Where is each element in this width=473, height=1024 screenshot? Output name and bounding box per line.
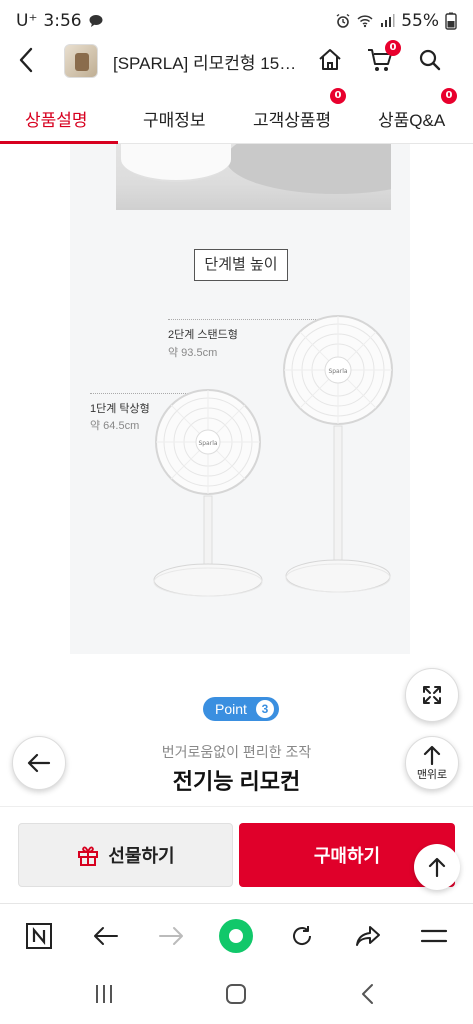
product-thumbnail[interactable] <box>64 44 98 78</box>
rug-image <box>226 144 391 194</box>
status-right: 55% <box>335 11 457 31</box>
signal-icon <box>381 14 395 27</box>
share-icon <box>356 926 380 946</box>
scroll-top-float-button[interactable]: 맨위로 <box>405 736 459 790</box>
menu-button[interactable] <box>416 918 452 954</box>
tab-bar: 상품설명 구매정보 고객상품평 상품Q&A 0 0 <box>0 88 473 144</box>
browser-toolbar <box>0 903 473 967</box>
tab-reviews[interactable]: 고객상품평 <box>253 106 331 131</box>
fan-brand-text: Sparla <box>198 440 217 447</box>
refresh-icon <box>293 926 312 945</box>
green-dot-button[interactable] <box>218 918 254 954</box>
status-left: U⁺ 3:56 <box>16 11 104 31</box>
feature-subtitle: 번거로움없이 편리한 조작 <box>161 744 312 760</box>
page-title: [SPARLA] 리모컨형 15엽... <box>113 54 308 73</box>
chevron-left-icon <box>362 984 373 1004</box>
feature-section: Point 3 번거로움없이 편리한 조작 전기능 리모컨 <box>0 654 473 804</box>
expand-icon <box>423 686 441 704</box>
gift-icon <box>78 846 99 866</box>
room-photo <box>116 144 391 210</box>
point-number: 3 <box>256 700 274 718</box>
wifi-icon <box>357 15 373 28</box>
purchase-bar: 선물하기 구매하기 <box>0 806 473 902</box>
browser-forward-button[interactable] <box>153 918 189 954</box>
arrow-up-icon <box>423 745 441 765</box>
alarm-icon <box>336 13 350 28</box>
fan-brand-text: Sparla <box>328 368 347 375</box>
home-icon <box>319 49 341 70</box>
arrow-up-icon <box>428 857 446 877</box>
fan-desk-label: 1단계 탁상형 <box>90 403 150 415</box>
share-button[interactable] <box>350 918 386 954</box>
fan-stand-height: 약 93.5cm <box>168 347 218 359</box>
home-system-button[interactable] <box>218 979 254 1009</box>
status-time: 3:56 <box>43 11 82 31</box>
stand-fan-image: Sparla <box>283 315 393 593</box>
fan-desk-height: 약 64.5cm <box>90 420 140 432</box>
carrier-label: U⁺ <box>16 11 38 31</box>
app-header: [SPARLA] 리모컨형 15엽... <box>0 38 473 82</box>
search-icon <box>419 49 441 71</box>
section-label: 단계별 높이 <box>194 249 288 281</box>
reviews-count-badge: 0 <box>330 88 346 104</box>
gift-label: 선물하기 <box>108 846 175 866</box>
fan-stand-label: 2단계 스탠드형 <box>168 329 238 341</box>
gift-button[interactable]: 선물하기 <box>18 823 233 887</box>
system-navigation-bar <box>0 967 473 1024</box>
desk-fan-image: Sparla <box>153 389 263 597</box>
fan-base-image <box>121 144 231 182</box>
tab-description[interactable]: 상품설명 <box>25 106 88 131</box>
home-square-icon <box>226 984 246 1004</box>
system-back-button[interactable] <box>350 979 386 1009</box>
app-screen: U⁺ 3:56 55% [SPARLA] 리모컨형 15엽... 0 상품설명 … <box>0 0 473 1024</box>
buy-label: 구매하기 <box>313 846 381 866</box>
chat-bubble-icon <box>89 15 103 27</box>
product-image-panel: 단계별 높이 2단계 스탠드형 약 93.5cm 1단계 탁상형 약 64.5c… <box>70 144 410 654</box>
naver-home-button[interactable] <box>21 918 57 954</box>
expand-button[interactable] <box>405 668 459 722</box>
back-button[interactable] <box>10 42 42 78</box>
hamburger-menu-icon <box>420 929 448 943</box>
browser-back-button[interactable] <box>88 918 124 954</box>
point-label: Point <box>215 701 247 717</box>
qna-count-badge: 0 <box>441 88 457 104</box>
point-badge: Point 3 <box>203 697 279 721</box>
chevron-left-icon <box>19 47 33 73</box>
arrow-left-icon <box>94 927 118 945</box>
naver-n-icon <box>26 923 52 949</box>
cart-count-badge: 0 <box>385 40 401 56</box>
green-dot-icon <box>219 919 253 953</box>
refresh-button[interactable] <box>284 918 320 954</box>
home-button[interactable] <box>312 42 348 78</box>
tab-qna[interactable]: 상품Q&A <box>378 106 445 131</box>
recent-apps-button[interactable] <box>86 979 122 1009</box>
scroll-up-button[interactable] <box>414 844 460 890</box>
product-detail-content[interactable]: 단계별 높이 2단계 스탠드형 약 93.5cm 1단계 탁상형 약 64.5c… <box>0 144 473 804</box>
tab-purchase-info[interactable]: 구매정보 <box>143 106 206 131</box>
battery-percent: 55% <box>401 11 439 31</box>
search-button[interactable] <box>412 42 448 78</box>
arrow-right-icon <box>159 927 183 945</box>
arrow-left-icon <box>27 753 51 773</box>
battery-icon <box>445 12 457 30</box>
feature-title: 전기능 리모컨 <box>172 769 301 794</box>
history-back-float-button[interactable] <box>12 736 66 790</box>
recent-apps-icon <box>96 985 112 1003</box>
scroll-top-label: 맨위로 <box>416 768 448 781</box>
